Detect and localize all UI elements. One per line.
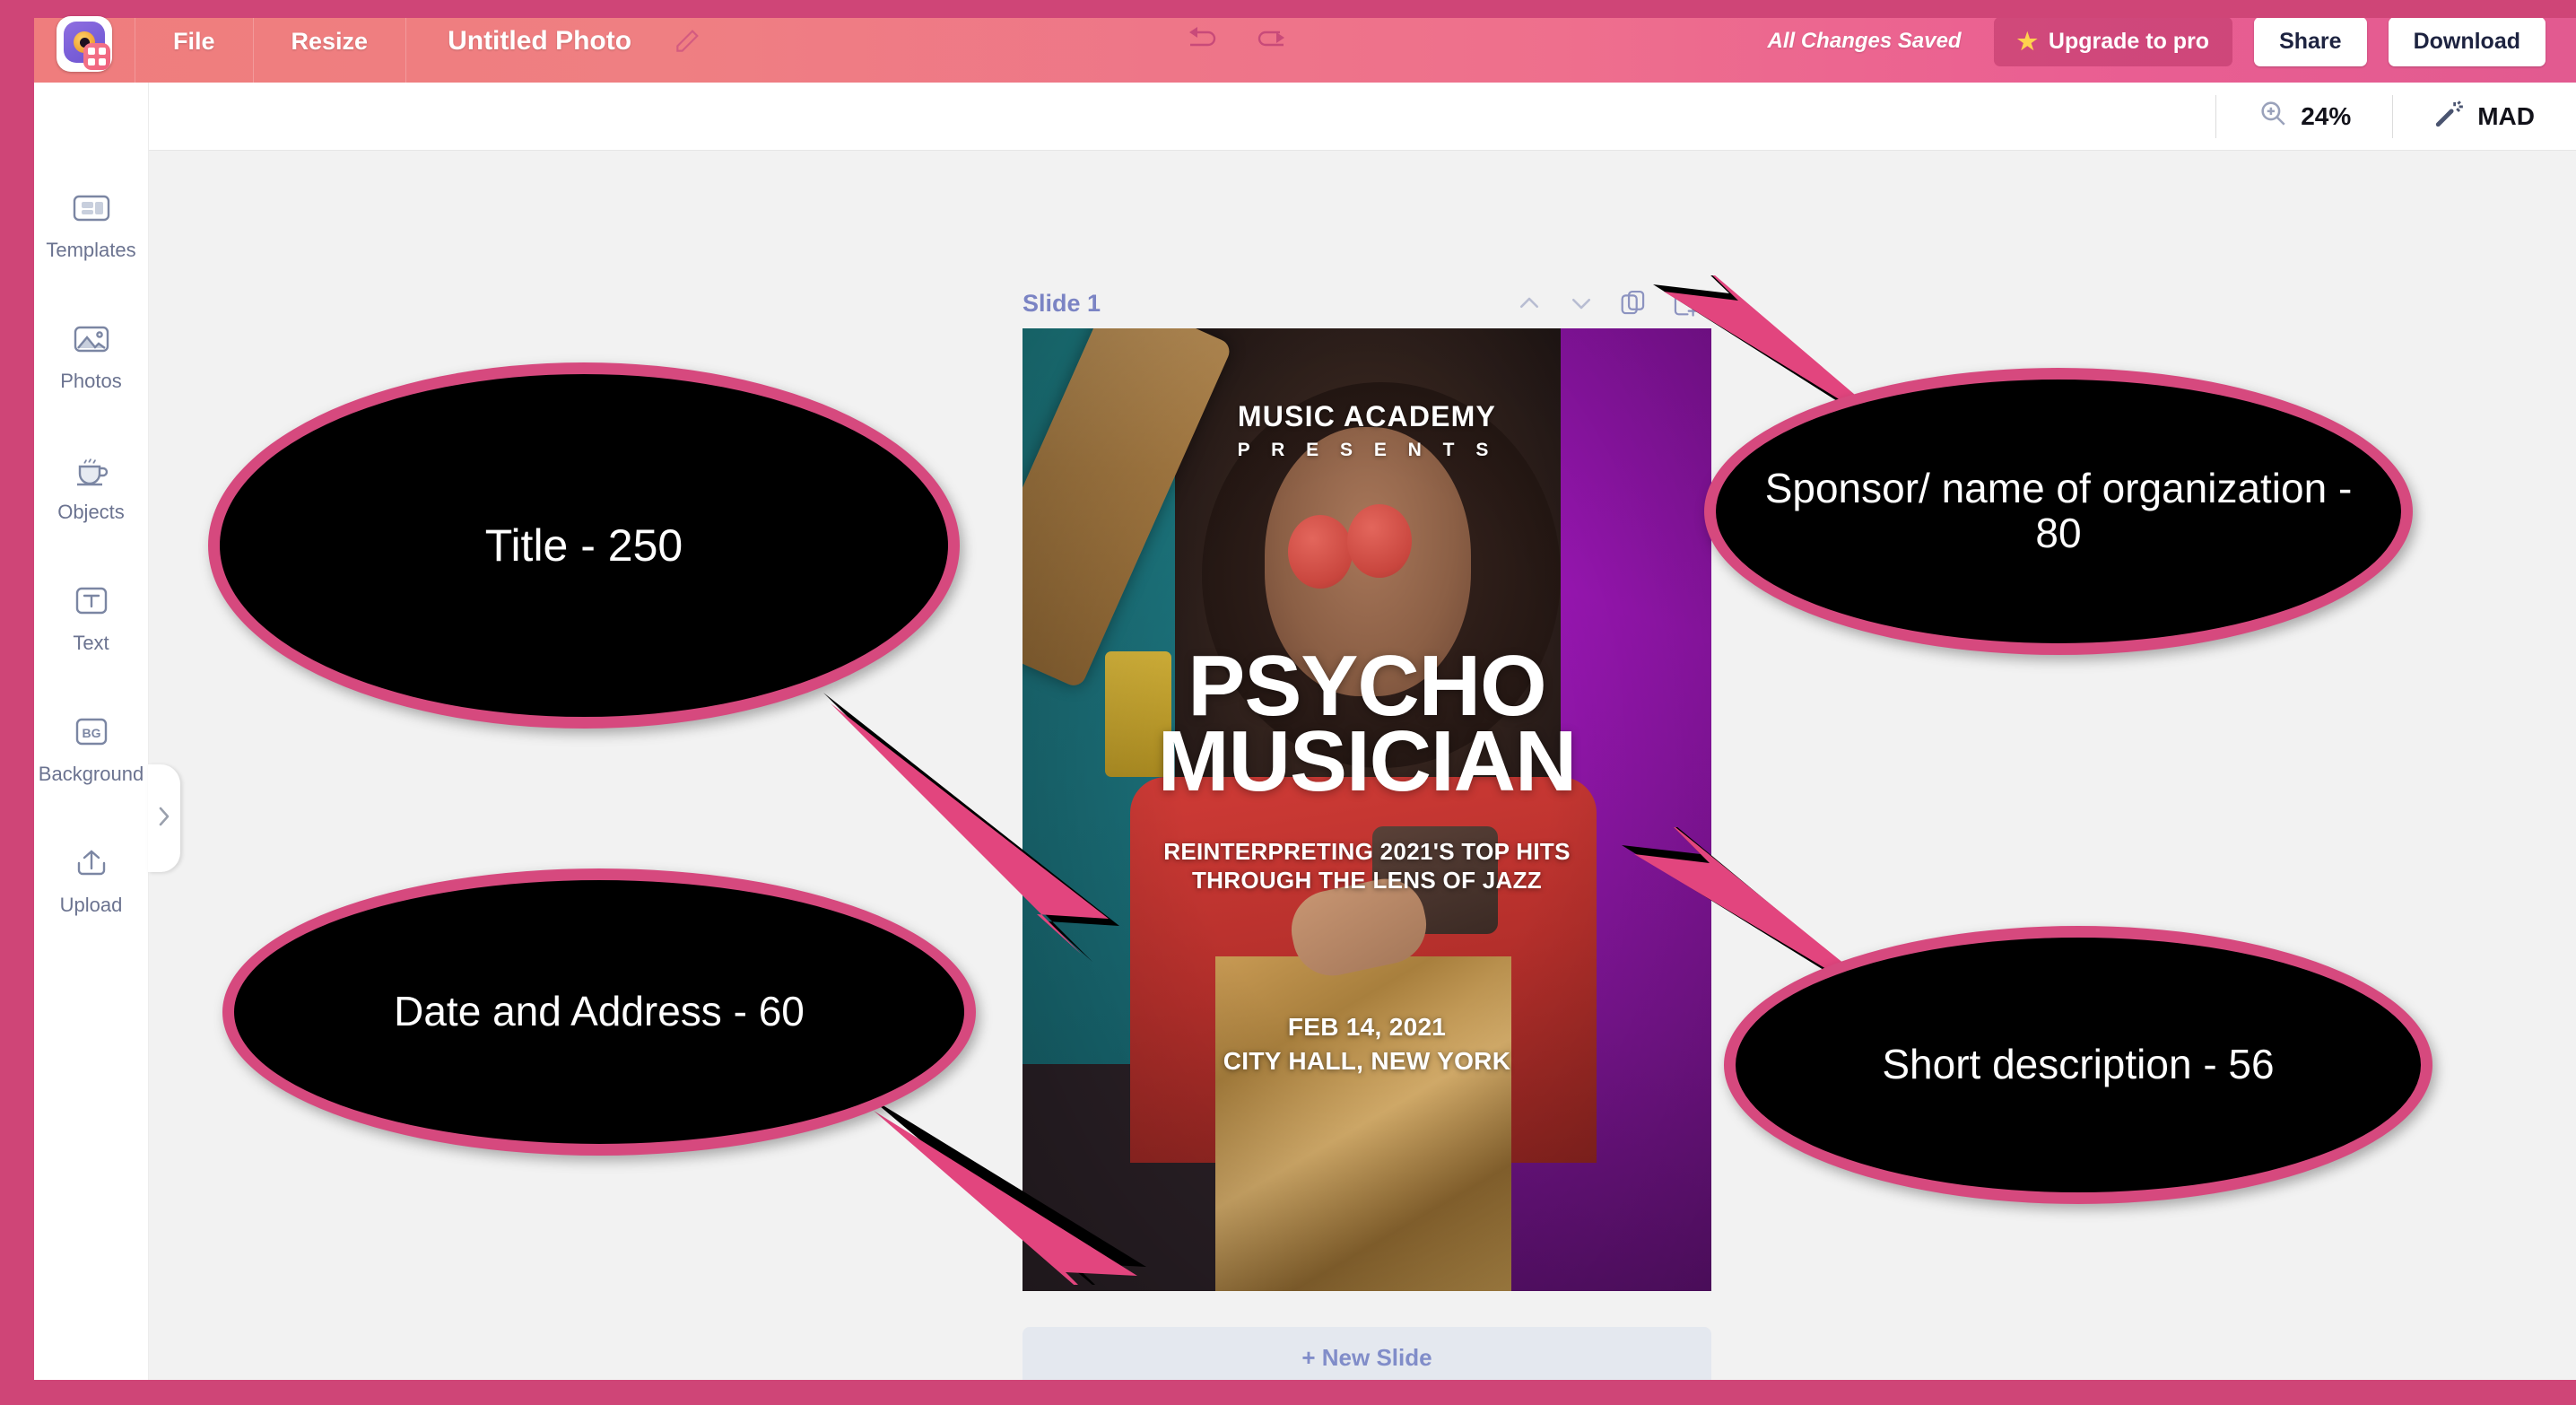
sidebar-item-label: Templates bbox=[46, 239, 136, 261]
annotation-bubble-title: Title - 250 bbox=[208, 362, 960, 729]
app-window-frame: File Resize Untitled Photo All Changes S… bbox=[0, 0, 2576, 1405]
toolbar-top-edge bbox=[34, 0, 2576, 18]
upload-arrow-icon bbox=[72, 847, 111, 883]
sidebar-expand-toggle[interactable] bbox=[148, 764, 180, 872]
poster-organization-text[interactable]: MUSIC ACADEMY bbox=[1023, 400, 1711, 433]
zoom-control[interactable]: 24% bbox=[2216, 83, 2392, 151]
star-icon: ★ bbox=[2016, 28, 2038, 55]
sidebar-item-templates[interactable]: Templates bbox=[34, 161, 148, 292]
sidebar-item-text[interactable]: Text bbox=[34, 554, 148, 685]
zoom-level-label: 24% bbox=[2301, 101, 2352, 130]
annotation-text: Title - 250 bbox=[484, 520, 683, 571]
annotation-bubble-sponsor: Sponsor/ name of organization - 80 bbox=[1704, 368, 2413, 655]
annotation-bubble-date: Date and Address - 60 bbox=[222, 868, 976, 1156]
background-bg-icon: BG bbox=[72, 716, 111, 752]
sidebar-item-upload[interactable]: Upload bbox=[34, 816, 148, 947]
annotation-text: Short description - 56 bbox=[1882, 1041, 2275, 1088]
move-slide-down-button[interactable] bbox=[1555, 278, 1607, 328]
sidebar-item-objects[interactable]: Objects bbox=[34, 423, 148, 554]
move-slide-up-button[interactable] bbox=[1503, 278, 1555, 328]
magic-tool-button[interactable]: MAD bbox=[2393, 83, 2576, 151]
magic-tool-label: MAD bbox=[2477, 101, 2535, 130]
new-slide-button[interactable]: + New Slide bbox=[1023, 1327, 1711, 1380]
app-logo[interactable] bbox=[34, 0, 135, 83]
svg-text:BG: BG bbox=[82, 726, 100, 740]
sidebar-item-label: Text bbox=[73, 632, 109, 654]
annotation-bubble-description: Short description - 56 bbox=[1724, 926, 2432, 1204]
annotation-text: Sponsor/ name of organization - 80 bbox=[1764, 465, 2353, 556]
upgrade-to-pro-button[interactable]: ★ Upgrade to pro bbox=[1993, 16, 2233, 66]
objects-cup-icon bbox=[72, 454, 111, 490]
share-button[interactable]: Share bbox=[2254, 16, 2367, 66]
sidebar-item-label: Upload bbox=[59, 894, 123, 916]
tool-sidebar: Templates Photos Objects Text BG Backgro… bbox=[34, 83, 148, 1380]
duplicate-slide-button[interactable] bbox=[1607, 278, 1659, 328]
chevron-right-icon bbox=[155, 805, 173, 833]
save-status-label: All Changes Saved bbox=[1767, 29, 1962, 53]
slide-header: Slide 1 bbox=[1023, 278, 1711, 328]
sidebar-item-label: Objects bbox=[57, 501, 125, 523]
slide-title: Slide 1 bbox=[1023, 289, 1101, 317]
sidebar-item-photos[interactable]: Photos bbox=[34, 292, 148, 423]
top-toolbar: File Resize Untitled Photo All Changes S… bbox=[34, 0, 2576, 83]
pencil-icon[interactable] bbox=[667, 22, 707, 61]
poster-presents-text[interactable]: P R E S E N T S bbox=[1023, 440, 1711, 461]
sidebar-item-label: Background bbox=[38, 763, 144, 785]
zoom-in-magnifier-icon bbox=[2258, 98, 2288, 135]
annotation-arrow-date bbox=[868, 1096, 1146, 1285]
photos-image-icon bbox=[72, 323, 111, 359]
download-button[interactable]: Download bbox=[2388, 16, 2546, 66]
sidebar-item-background[interactable]: BG Background bbox=[34, 685, 148, 816]
magic-wand-icon bbox=[2434, 98, 2465, 135]
sidebar-item-label: Photos bbox=[60, 370, 122, 392]
upgrade-label: Upgrade to pro bbox=[2048, 28, 2210, 54]
photo-editor-logo-icon bbox=[57, 16, 112, 72]
poster-date-text[interactable]: FEB 14, 2021 bbox=[1023, 1013, 1711, 1042]
templates-icon bbox=[72, 192, 111, 228]
annotation-text: Date and Address - 60 bbox=[394, 988, 805, 1035]
canvas-toolbar: 24% MAD bbox=[34, 83, 2576, 151]
text-t-icon bbox=[72, 585, 111, 621]
